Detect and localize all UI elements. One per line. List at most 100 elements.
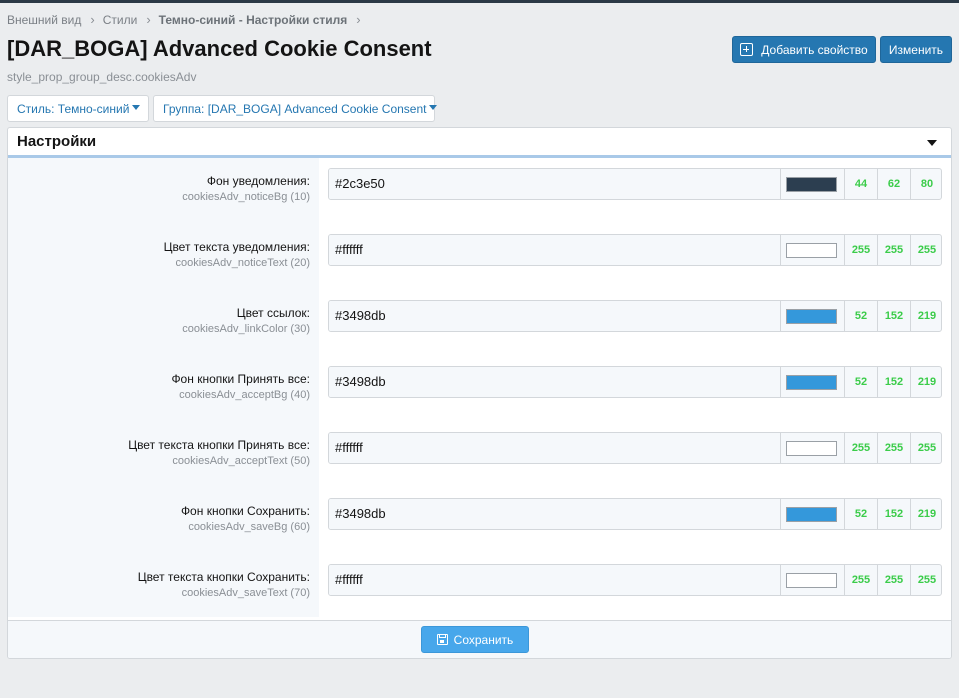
style-filter-dropdown[interactable]: Стиль: Темно-синий bbox=[7, 95, 149, 122]
color-swatch[interactable] bbox=[786, 177, 837, 192]
color-picker-cell[interactable] bbox=[781, 169, 845, 199]
breadcrumb: Внешний вид › Стили › Темно-синий - Настройк… bbox=[7, 12, 369, 27]
rgb-green-value: 152 bbox=[878, 367, 911, 397]
chevron-right-icon: › bbox=[356, 12, 361, 27]
group-filter-label: Группа: [DAR_BOGA] Advanced Cookie Conse… bbox=[163, 101, 427, 116]
color-picker-cell[interactable] bbox=[781, 301, 845, 331]
property-title: Цвет текста кнопки Сохранить: bbox=[137, 570, 310, 584]
property-hint: cookiesAdv_saveText (70) bbox=[181, 587, 310, 599]
color-input-group: #3498db 52 152 219 bbox=[328, 498, 942, 530]
caret-down-icon bbox=[132, 105, 141, 110]
property-title: Фон кнопки Сохранить: bbox=[180, 504, 310, 518]
breadcrumb-item-appearance[interactable]: Внешний вид bbox=[7, 13, 81, 27]
rgb-blue-value: 219 bbox=[917, 310, 937, 322]
color-input-group: #ffffff 255 255 255 bbox=[328, 234, 942, 266]
color-swatch[interactable] bbox=[786, 309, 837, 324]
property-hint: cookiesAdv_saveBg (60) bbox=[188, 521, 310, 533]
color-input-group: #ffffff 255 255 255 bbox=[328, 432, 942, 464]
rgb-blue-value: 219 bbox=[917, 376, 937, 388]
rgb-red-value: 255 bbox=[845, 235, 878, 265]
color-value-input[interactable]: #3498db bbox=[329, 367, 781, 397]
color-swatch[interactable] bbox=[786, 573, 837, 588]
rgb-red-value: 52 bbox=[845, 367, 878, 397]
breadcrumb-item-style-settings[interactable]: Темно-синий - Настройки стиля bbox=[159, 13, 348, 27]
property-hint: cookiesAdv_linkColor (30) bbox=[182, 323, 310, 335]
property-label: Цвет текста кнопки Принять все: cookiesA… bbox=[128, 438, 310, 467]
property-row: Фон кнопки Принять все: cookiesAdv_accep… bbox=[8, 356, 951, 416]
color-picker-cell[interactable] bbox=[781, 565, 845, 595]
caret-down-icon bbox=[429, 105, 438, 110]
rgb-blue-value: 255 bbox=[917, 574, 937, 586]
chevron-right-icon: › bbox=[146, 12, 151, 27]
settings-block: Настройки Фон уведомления: cookiesAdv_no… bbox=[7, 127, 952, 659]
property-title: Фон кнопки Принять все: bbox=[171, 372, 310, 386]
property-row: Цвет текста уведомления: cookiesAdv_noti… bbox=[8, 224, 951, 284]
color-input-group: #ffffff 255 255 255 bbox=[328, 564, 942, 596]
color-value-input[interactable]: #3498db bbox=[329, 301, 781, 331]
property-row: Фон уведомления: cookiesAdv_noticeBg (10… bbox=[8, 158, 951, 218]
property-hint: cookiesAdv_noticeText (20) bbox=[175, 257, 310, 269]
save-button[interactable]: Сохранить bbox=[421, 626, 529, 653]
rgb-red-value: 52 bbox=[845, 301, 878, 331]
add-property-label: Добавить свойство bbox=[761, 42, 868, 57]
style-filter-label: Стиль: Темно-синий bbox=[17, 101, 130, 116]
rgb-blue-value: 255 bbox=[917, 442, 937, 454]
rgb-green-value: 152 bbox=[878, 301, 911, 331]
color-value-input[interactable]: #ffffff bbox=[329, 433, 781, 463]
property-label: Фон кнопки Сохранить: cookiesAdv_saveBg … bbox=[181, 504, 310, 533]
property-hint: cookiesAdv_noticeBg (10) bbox=[182, 191, 310, 203]
property-title: Цвет текста кнопки Принять все: bbox=[128, 438, 310, 452]
edit-label: Изменить bbox=[888, 42, 944, 57]
rgb-green-value: 255 bbox=[878, 565, 911, 595]
property-row: Цвет текста кнопки Сохранить: cookiesAdv… bbox=[8, 554, 951, 614]
edit-button[interactable]: Изменить bbox=[880, 36, 952, 63]
rgb-blue-value: 255 bbox=[917, 244, 937, 256]
color-swatch[interactable] bbox=[786, 243, 837, 258]
color-input-group: #2c3e50 44 62 80 bbox=[328, 168, 942, 200]
rgb-red-value: 52 bbox=[845, 499, 878, 529]
color-value-input[interactable]: #ffffff bbox=[329, 565, 781, 595]
rgb-blue-value: 80 bbox=[920, 178, 934, 190]
property-title: Цвет ссылок: bbox=[236, 306, 310, 320]
chevron-right-icon: › bbox=[90, 12, 95, 27]
settings-block-body: Фон уведомления: cookiesAdv_noticeBg (10… bbox=[8, 158, 951, 617]
color-value-input[interactable]: #3498db bbox=[329, 499, 781, 529]
form-footer: Сохранить bbox=[8, 620, 951, 658]
rgb-green-value: 152 bbox=[878, 499, 911, 529]
color-swatch[interactable] bbox=[786, 441, 837, 456]
color-swatch[interactable] bbox=[786, 507, 837, 522]
rgb-red-value: 255 bbox=[845, 565, 878, 595]
color-picker-cell[interactable] bbox=[781, 367, 845, 397]
group-filter-dropdown[interactable]: Группа: [DAR_BOGA] Advanced Cookie Conse… bbox=[153, 95, 438, 122]
property-title: Цвет текста уведомления: bbox=[163, 240, 310, 254]
rgb-green-value: 255 bbox=[878, 235, 911, 265]
color-value-input[interactable]: #2c3e50 bbox=[329, 169, 781, 199]
rgb-red-value: 44 bbox=[845, 169, 878, 199]
color-picker-cell[interactable] bbox=[781, 499, 845, 529]
property-label: Цвет ссылок: cookiesAdv_linkColor (30) bbox=[182, 306, 310, 335]
save-label: Сохранить bbox=[453, 632, 514, 647]
property-label: Цвет текста кнопки Сохранить: cookiesAdv… bbox=[138, 570, 310, 599]
settings-block-title: Настройки bbox=[17, 133, 97, 150]
save-icon bbox=[436, 634, 448, 645]
color-swatch[interactable] bbox=[786, 375, 837, 390]
plus-square-icon bbox=[740, 43, 754, 56]
property-row: Цвет текста кнопки Принять все: cookiesA… bbox=[8, 422, 951, 482]
rgb-green-value: 62 bbox=[878, 169, 911, 199]
rgb-red-value: 255 bbox=[845, 433, 878, 463]
property-title: Фон уведомления: bbox=[206, 174, 310, 188]
property-label: Фон кнопки Принять все: cookiesAdv_accep… bbox=[171, 372, 310, 401]
page-description: style_prop_group_desc.cookiesAdv bbox=[7, 70, 197, 84]
breadcrumb-item-styles[interactable]: Стили bbox=[103, 13, 138, 27]
add-property-button[interactable]: Добавить свойство bbox=[732, 36, 876, 63]
property-label: Фон уведомления: cookiesAdv_noticeBg (10… bbox=[182, 174, 310, 203]
color-picker-cell[interactable] bbox=[781, 433, 845, 463]
color-picker-cell[interactable] bbox=[781, 235, 845, 265]
top-bar bbox=[0, 0, 959, 3]
color-input-group: #3498db 52 152 219 bbox=[328, 366, 942, 398]
collapse-toggle-icon[interactable] bbox=[927, 140, 937, 146]
property-label: Цвет текста уведомления: cookiesAdv_noti… bbox=[164, 240, 310, 269]
settings-block-header[interactable]: Настройки bbox=[8, 128, 951, 158]
color-value-input[interactable]: #ffffff bbox=[329, 235, 781, 265]
property-row: Цвет ссылок: cookiesAdv_linkColor (30) #… bbox=[8, 290, 951, 350]
